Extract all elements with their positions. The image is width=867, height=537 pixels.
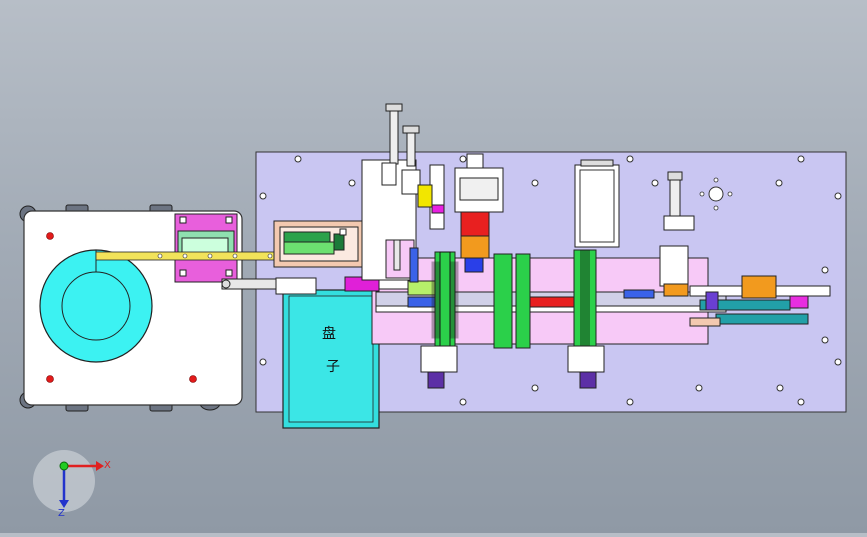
cad-graphics-viewport[interactable]: 盘 子 X Z [0,0,867,533]
z-axis-label: Z [58,508,65,519]
x-axis-label: X [104,460,111,471]
drive-gear-3[interactable] [573,249,597,349]
drive-gear-1[interactable] [431,251,459,349]
coordinate-triad: X Z [33,450,111,519]
drive-gear-2[interactable] [493,253,531,349]
motor-housing[interactable] [574,159,620,248]
tray-label-line2: 子 [326,359,340,375]
reel-feeder-unit[interactable] [19,204,243,412]
cylinder-station-1[interactable] [361,103,421,283]
tray-label-line1: 盘 [322,325,336,342]
assembly-drawing[interactable]: 盘 子 X Z [0,0,867,533]
tray[interactable]: 盘 子 [275,277,380,429]
cutter-assembly[interactable] [273,220,365,268]
